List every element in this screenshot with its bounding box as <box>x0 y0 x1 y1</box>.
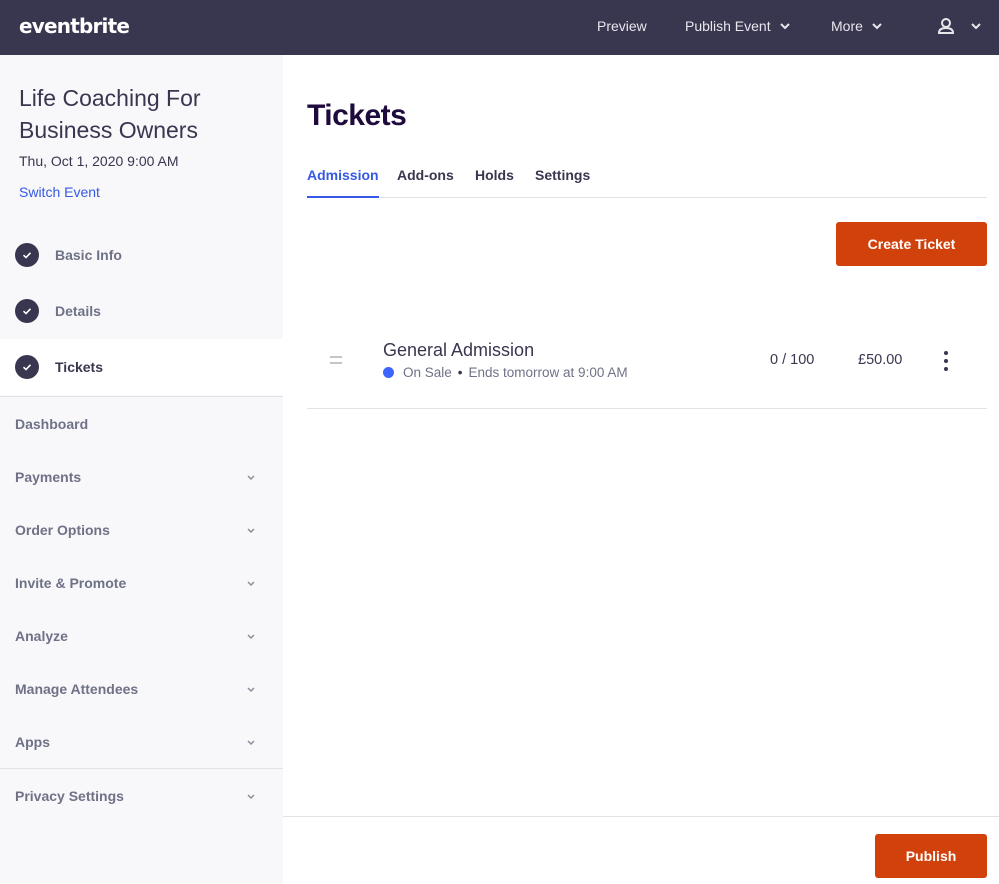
sidebar-item-dashboard[interactable]: Dashboard <box>0 404 283 444</box>
publish-button[interactable]: Publish <box>875 834 987 878</box>
ticket-row[interactable]: General Admission On Sale • Ends tomorro… <box>307 317 987 409</box>
switch-event-link[interactable]: Switch Event <box>19 184 100 200</box>
sidebar-item-label: Payments <box>15 469 82 485</box>
sidebar-item-order-options[interactable]: Order Options <box>0 510 283 550</box>
sidebar-item-analyze[interactable]: Analyze <box>0 616 283 656</box>
ticket-name: General Admission <box>383 340 535 360</box>
event-date: Thu, Oct 1, 2020 9:00 AM <box>19 153 179 169</box>
main-content: Tickets Admission Add-ons Holds Settings… <box>283 55 999 884</box>
step-label: Basic Info <box>55 247 122 263</box>
sidebar-step-basic-info[interactable]: Basic Info <box>0 227 283 283</box>
chevron-down-icon <box>872 23 882 30</box>
step-label: Details <box>55 303 101 319</box>
sidebar-item-label: Invite & Promote <box>15 575 127 591</box>
sidebar-divider <box>0 768 283 769</box>
more-menu[interactable]: More <box>831 18 883 34</box>
sidebar-divider <box>0 396 283 397</box>
event-title: Life Coaching For Business Owners <box>19 85 201 143</box>
publish-event-label: Publish Event <box>685 18 771 34</box>
chevron-down-icon <box>247 634 255 640</box>
sidebar-item-label: Manage Attendees <box>15 681 139 697</box>
ticket-quantity: 0 / 100 <box>770 352 815 368</box>
page-title: Tickets <box>307 99 407 132</box>
sidebar-step-tickets[interactable]: Tickets <box>0 339 283 395</box>
chevron-down-icon <box>247 687 255 693</box>
ticket-tabs: Admission Add-ons Holds Settings <box>307 165 987 198</box>
step-label: Tickets <box>55 359 103 375</box>
drag-handle-icon[interactable] <box>330 356 342 364</box>
chevron-down-icon <box>971 23 981 30</box>
eventbrite-logo[interactable]: eventbrite <box>19 14 130 38</box>
sidebar-item-apps[interactable]: Apps <box>0 722 283 762</box>
user-icon <box>937 18 955 34</box>
tab-settings[interactable]: Settings <box>535 167 590 198</box>
ticket-price: £50.00 <box>858 352 903 368</box>
chevron-down-icon <box>247 528 255 534</box>
create-ticket-button[interactable]: Create Ticket <box>836 222 987 266</box>
sidebar-item-label: Analyze <box>15 628 68 644</box>
check-circle-icon <box>15 355 39 379</box>
footer-bar: Publish <box>283 816 999 884</box>
preview-label: Preview <box>597 18 647 34</box>
more-options-icon[interactable] <box>941 351 951 371</box>
chevron-down-icon <box>247 475 255 481</box>
tab-holds[interactable]: Holds <box>475 167 514 198</box>
separator-dot: • <box>457 365 463 380</box>
sidebar-item-label: Apps <box>15 734 50 750</box>
preview-link[interactable]: Preview <box>597 18 647 34</box>
chevron-down-icon <box>247 794 255 800</box>
check-circle-icon <box>15 299 39 323</box>
sidebar-item-label: Dashboard <box>15 416 89 432</box>
chevron-down-icon <box>247 581 255 587</box>
publish-event-menu[interactable]: Publish Event <box>685 18 791 34</box>
chevron-down-icon <box>247 740 255 746</box>
sidebar-item-manage-attendees[interactable]: Manage Attendees <box>0 669 283 709</box>
ticket-end-time: Ends tomorrow at 9:00 AM <box>468 365 628 380</box>
status-label: On Sale <box>403 365 452 380</box>
sidebar-item-privacy-settings[interactable]: Privacy Settings <box>0 776 283 816</box>
ticket-status: On Sale • Ends tomorrow at 9:00 AM <box>383 365 628 380</box>
check-circle-icon <box>15 243 39 267</box>
sidebar-item-label: Order Options <box>15 522 110 538</box>
status-dot-icon <box>383 367 394 378</box>
chevron-down-icon <box>779 23 790 30</box>
sidebar-item-payments[interactable]: Payments <box>0 457 283 497</box>
sidebar-step-details[interactable]: Details <box>0 283 283 339</box>
sidebar: Life Coaching For Business Owners Thu, O… <box>0 55 283 884</box>
sidebar-item-label: Privacy Settings <box>15 788 124 804</box>
tab-admission[interactable]: Admission <box>307 167 379 198</box>
tab-add-ons[interactable]: Add-ons <box>397 167 454 198</box>
more-label: More <box>831 18 863 34</box>
top-navigation-bar: eventbrite Preview Publish Event More <box>0 0 999 55</box>
account-menu[interactable] <box>936 16 982 36</box>
sidebar-item-invite-promote[interactable]: Invite & Promote <box>0 563 283 603</box>
